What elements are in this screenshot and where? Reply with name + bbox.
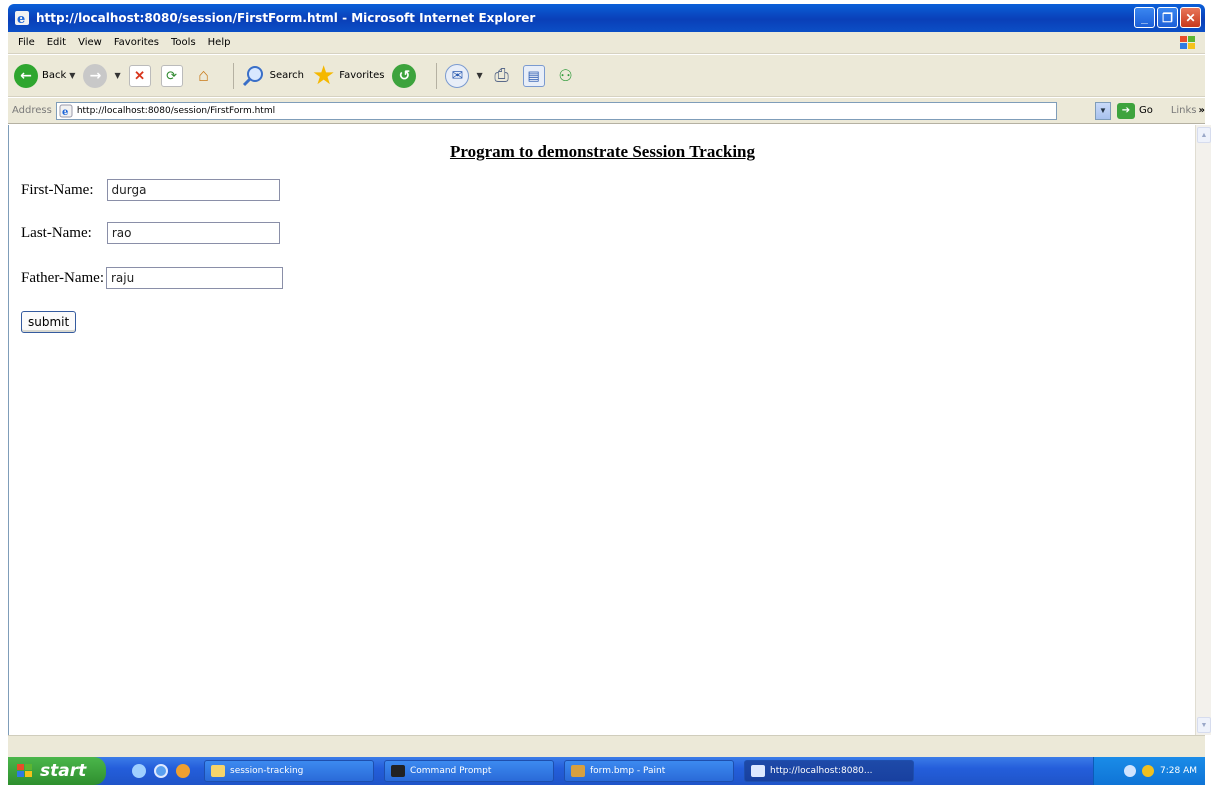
search-button[interactable]: Search bbox=[242, 65, 304, 87]
first-name-row: First-Name: bbox=[21, 179, 280, 201]
cmd-icon bbox=[391, 765, 405, 777]
stop-icon[interactable]: ✕ bbox=[128, 64, 151, 87]
svg-text:e: e bbox=[62, 107, 68, 118]
task-label: Command Prompt bbox=[410, 766, 492, 776]
menu-favorites[interactable]: Favorites bbox=[108, 37, 165, 48]
paint-icon bbox=[571, 765, 585, 777]
print-icon[interactable]: ⎙ bbox=[491, 65, 513, 87]
favorites-label: Favorites bbox=[339, 70, 385, 81]
network-icon[interactable] bbox=[1124, 765, 1136, 777]
address-url: http://localhost:8080/session/FirstForm.… bbox=[76, 105, 276, 116]
windows-flag-icon bbox=[1180, 36, 1195, 49]
security-icon[interactable] bbox=[1142, 765, 1154, 777]
go-button[interactable]: ➔ Go bbox=[1116, 102, 1153, 119]
last-name-row: Last-Name: bbox=[21, 222, 280, 244]
page-content: Program to demonstrate Session Tracking … bbox=[8, 125, 1195, 735]
back-label: Back bbox=[42, 70, 67, 81]
submit-button[interactable]: submit bbox=[21, 311, 77, 333]
father-name-label: Father-Name: bbox=[21, 269, 104, 286]
task-paint[interactable]: form.bmp - Paint bbox=[564, 760, 734, 782]
forward-button[interactable]: → ▼ bbox=[83, 63, 121, 88]
links-label: Links bbox=[1170, 105, 1197, 116]
refresh-icon[interactable]: ⟳ bbox=[160, 64, 183, 87]
search-icon bbox=[242, 65, 263, 86]
task-label: session-tracking bbox=[230, 766, 304, 776]
scroll-up-icon[interactable]: ▲ bbox=[1197, 127, 1211, 143]
last-name-label: Last-Name: bbox=[21, 224, 92, 241]
page-title: Program to demonstrate Session Tracking bbox=[449, 142, 756, 161]
menu-edit[interactable]: Edit bbox=[41, 37, 72, 48]
address-bar: Address e http://localhost:8080/session/… bbox=[8, 98, 1205, 124]
menu-file[interactable]: File bbox=[12, 37, 41, 48]
close-button[interactable]: ✕ bbox=[1180, 7, 1201, 28]
last-name-field[interactable] bbox=[106, 222, 280, 244]
forward-arrow-icon: → bbox=[83, 63, 108, 88]
address-input[interactable]: e http://localhost:8080/session/FirstFor… bbox=[55, 101, 1058, 120]
status-bar bbox=[8, 735, 1205, 757]
folder-icon bbox=[211, 765, 225, 777]
messenger-icon[interactable]: ⚇ bbox=[555, 65, 577, 87]
desktop-icon[interactable] bbox=[132, 764, 146, 778]
father-name-row: Father-Name: bbox=[21, 267, 283, 289]
task-session-tracking[interactable]: session-tracking bbox=[204, 760, 374, 782]
menu-bar: File Edit View Favorites Tools Help bbox=[8, 32, 1205, 54]
address-label: Address bbox=[12, 105, 52, 116]
svg-text:e: e bbox=[17, 12, 25, 26]
task-browser[interactable]: http://localhost:8080... bbox=[744, 760, 914, 782]
home-icon[interactable]: ⌂ bbox=[193, 65, 215, 87]
maximize-button[interactable]: ❐ bbox=[1157, 7, 1178, 28]
edit-icon[interactable]: ▤ bbox=[522, 64, 545, 87]
forward-dropdown-icon[interactable]: ▼ bbox=[114, 71, 120, 80]
clock: 7:28 AM bbox=[1160, 766, 1197, 776]
windows-flag-icon bbox=[17, 764, 32, 777]
scroll-down-icon[interactable]: ▼ bbox=[1197, 717, 1211, 733]
menu-help[interactable]: Help bbox=[202, 37, 237, 48]
back-button[interactable]: ← Back ▼ bbox=[14, 63, 75, 88]
start-label: start bbox=[40, 761, 87, 781]
search-label: Search bbox=[269, 70, 304, 81]
task-command-prompt[interactable]: Command Prompt bbox=[384, 760, 554, 782]
history-icon[interactable]: ↺ bbox=[392, 63, 420, 88]
favorites-button[interactable]: ★ Favorites bbox=[312, 61, 384, 91]
taskbar: start session-tracking Command Prompt fo… bbox=[8, 757, 1205, 785]
quick-launch bbox=[132, 764, 190, 778]
father-name-field[interactable] bbox=[106, 267, 283, 289]
first-name-label: First-Name: bbox=[21, 181, 94, 198]
toolbar-separator bbox=[436, 62, 438, 89]
mail-button[interactable]: ✉ ▼ bbox=[445, 63, 483, 88]
ie-logo-icon: e bbox=[15, 11, 29, 26]
links-chevron-icon: » bbox=[1198, 105, 1205, 116]
go-arrow-icon: ➔ bbox=[1116, 102, 1135, 119]
mail-icon: ✉ bbox=[445, 63, 470, 88]
toolbar-separator bbox=[232, 62, 234, 89]
back-dropdown-icon[interactable]: ▼ bbox=[69, 71, 75, 80]
links-button[interactable]: Links» bbox=[1171, 105, 1205, 116]
system-tray: 7:28 AM bbox=[1093, 757, 1205, 785]
task-label: form.bmp - Paint bbox=[590, 766, 666, 776]
go-label: Go bbox=[1138, 105, 1153, 116]
ie-task-icon bbox=[751, 765, 765, 777]
task-label: http://localhost:8080... bbox=[770, 766, 873, 776]
minimize-button[interactable]: _ bbox=[1134, 7, 1155, 28]
start-button[interactable]: start bbox=[8, 757, 106, 785]
vertical-scrollbar[interactable]: ▲ ▼ bbox=[1195, 125, 1211, 735]
back-arrow-icon: ← bbox=[14, 63, 38, 88]
first-name-field[interactable] bbox=[106, 179, 280, 201]
title-bar: e http://localhost:8080/session/FirstFor… bbox=[8, 4, 1205, 32]
ie-quicklaunch-icon[interactable] bbox=[154, 764, 168, 778]
mail-dropdown-icon[interactable]: ▼ bbox=[476, 71, 482, 80]
favorites-star-icon: ★ bbox=[311, 60, 336, 91]
menu-view[interactable]: View bbox=[72, 37, 108, 48]
menu-tools[interactable]: Tools bbox=[165, 37, 202, 48]
page-icon: e bbox=[59, 104, 73, 118]
address-dropdown-icon[interactable]: ▼ bbox=[1095, 101, 1111, 120]
media-player-icon[interactable] bbox=[176, 764, 190, 778]
toolbar: ← Back ▼ → ▼ ✕ ⟳ ⌂ Search ★ Favorites ↺ … bbox=[8, 55, 1205, 97]
window-title: http://localhost:8080/session/FirstForm.… bbox=[36, 11, 536, 25]
